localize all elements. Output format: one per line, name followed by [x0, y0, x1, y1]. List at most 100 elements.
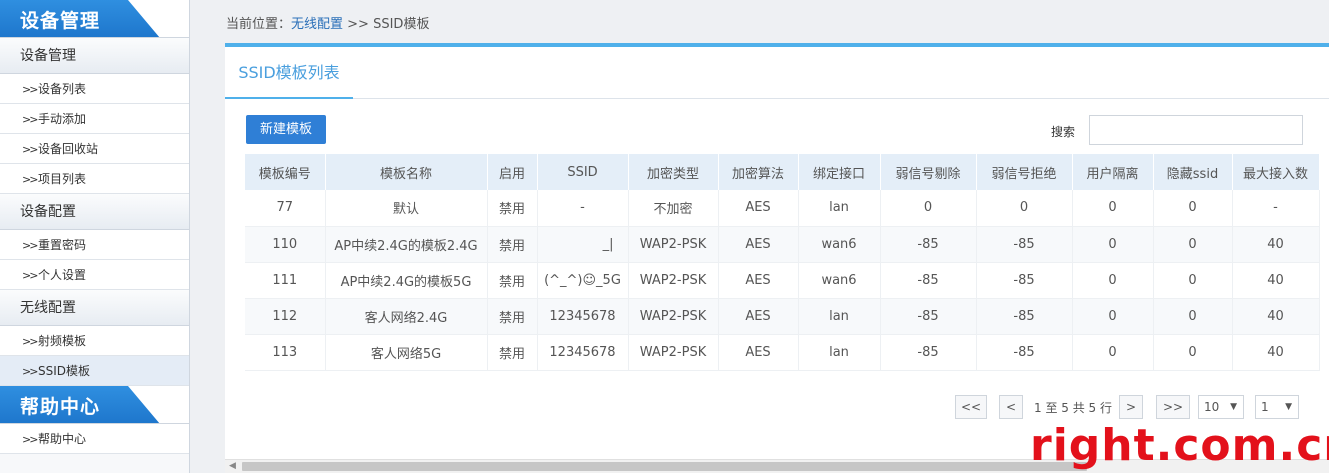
table-row[interactable]: 112 客人网络2.4G 禁用 12345678 WAP2-PSK AES la…	[245, 298, 1320, 335]
new-template-button[interactable]: 新建模板	[246, 115, 326, 144]
table-cell: 0	[1153, 262, 1233, 299]
page-size-value: 10	[1204, 400, 1220, 414]
sidebar-section-device-management[interactable]: 设备管理	[0, 0, 189, 38]
sidebar-item-label: 重置密码	[38, 238, 87, 252]
column-header[interactable]: 加密类型	[628, 154, 719, 190]
table-cell: -85	[880, 334, 977, 371]
table-cell: -85	[976, 226, 1073, 263]
table-cell: 112	[245, 298, 326, 335]
table-cell: AES	[718, 298, 799, 335]
table-cell: 0	[1072, 334, 1154, 371]
column-header[interactable]: 弱信号剔除	[880, 154, 977, 190]
chevron-right-icon: >>	[22, 365, 38, 378]
sidebar-item-rf-template[interactable]: >> 射频模板	[0, 326, 189, 356]
column-header[interactable]: 隐藏ssid	[1153, 154, 1233, 190]
sidebar-group-wireless-config[interactable]: 无线配置	[0, 290, 189, 326]
chevron-right-icon: >>	[22, 113, 38, 126]
next-page-button[interactable]: >	[1119, 395, 1143, 419]
table-cell: 0	[976, 190, 1073, 227]
table-cell: -	[1232, 190, 1320, 227]
column-header[interactable]: 模板名称	[325, 154, 488, 190]
table-row[interactable]: 113 客人网络5G 禁用 12345678 WAP2-PSK AES lan …	[245, 334, 1320, 371]
table-cell: 0	[1072, 226, 1154, 263]
table-cell: 111	[245, 262, 326, 299]
breadcrumb-prefix: 当前位置：	[226, 17, 292, 32]
section-title: 设备管理	[20, 10, 101, 32]
table-cell: 77	[245, 190, 326, 227]
chevron-right-icon: >>	[22, 173, 38, 186]
sidebar-item-label: 帮助中心	[38, 432, 87, 446]
breadcrumb-link-wireless-config[interactable]: 无线配置	[291, 17, 343, 32]
chevron-right-icon: >>	[22, 269, 38, 282]
table-cell: 12345678	[537, 334, 629, 371]
table-cell: 0	[1072, 190, 1154, 227]
table-row[interactable]: 110 AP中续2.4G的模板2.4G 禁用 _| WAP2-PSK AES w…	[245, 226, 1320, 263]
sidebar-item-personal-settings[interactable]: >> 个人设置	[0, 260, 189, 290]
panel-tabbar: SSID模板列表	[225, 47, 1329, 99]
sidebar-item-ssid-template[interactable]: >> SSID模板	[0, 356, 189, 386]
sidebar-item-manual-add[interactable]: >> 手动添加	[0, 104, 189, 134]
sidebar-item-device-recycle[interactable]: >> 设备回收站	[0, 134, 189, 164]
column-header[interactable]: 启用	[487, 154, 538, 190]
table-row[interactable]: 111 AP中续2.4G的模板5G 禁用 (^_^)☺_5G WAP2-PSK …	[245, 262, 1320, 299]
chevron-right-icon: >>	[22, 433, 38, 446]
sidebar-item-device-list[interactable]: >> 设备列表	[0, 74, 189, 104]
table-cell: 0	[1153, 334, 1233, 371]
sidebar-group-device-config[interactable]: 设备配置	[0, 194, 189, 230]
main-content: 当前位置：无线配置 >> SSID模板 SSID模板列表 新建模板 搜索 模板编…	[200, 0, 1329, 473]
search-input[interactable]	[1089, 115, 1303, 145]
table-header-row: 模板编号 模板名称 启用 SSID 加密类型 加密算法 绑定接口 弱信号剔除 弱…	[245, 154, 1320, 190]
column-header[interactable]: SSID	[537, 154, 629, 190]
sidebar-item-label: 项目列表	[38, 172, 87, 186]
column-header[interactable]: 绑定接口	[798, 154, 881, 190]
table-cell: AES	[718, 334, 799, 371]
column-header[interactable]: 用户隔离	[1072, 154, 1154, 190]
table-cell: wan6	[798, 226, 881, 263]
ssid-template-table: 模板编号 模板名称 启用 SSID 加密类型 加密算法 绑定接口 弱信号剔除 弱…	[245, 154, 1320, 371]
column-header[interactable]: 最大接入数	[1232, 154, 1320, 190]
page-size-select[interactable]: 10 ▼	[1198, 395, 1244, 419]
column-header[interactable]: 模板编号	[245, 154, 326, 190]
table-cell: 默认	[325, 190, 488, 227]
table-cell: 0	[1072, 298, 1154, 335]
scrollbar-thumb[interactable]	[242, 462, 1087, 471]
sidebar-item-help-center[interactable]: >> 帮助中心	[0, 424, 189, 454]
table-cell: AES	[718, 226, 799, 263]
table-cell: AES	[718, 262, 799, 299]
sidebar-item-project-list[interactable]: >> 项目列表	[0, 164, 189, 194]
sidebar-item-reset-password[interactable]: >> 重置密码	[0, 230, 189, 260]
table-cell: 113	[245, 334, 326, 371]
dropdown-arrow-icon: ▼	[1285, 402, 1292, 412]
breadcrumb: 当前位置：无线配置 >> SSID模板	[226, 13, 429, 32]
table-cell: (^_^)☺_5G	[537, 262, 629, 299]
column-header[interactable]: 加密算法	[718, 154, 799, 190]
scroll-left-icon[interactable]: ◀	[229, 461, 236, 471]
table-cell: 40	[1232, 298, 1320, 335]
sidebar-item-label: 射频模板	[38, 334, 87, 348]
table-cell: 0	[1153, 190, 1233, 227]
sidebar: 设备管理 设备管理 >> 设备列表 >> 手动添加 >> 设备回收站 >> 项目列表 设…	[0, 0, 190, 473]
table-cell: 禁用	[487, 190, 538, 227]
table-cell: AES	[718, 190, 799, 227]
column-header[interactable]: 弱信号拒绝	[976, 154, 1073, 190]
page-number-select[interactable]: 1 ▼	[1255, 395, 1299, 419]
table-row[interactable]: 77 默认 禁用 - 不加密 AES lan 0 0 0 0 -	[245, 190, 1320, 227]
first-page-button[interactable]: <<	[955, 395, 987, 419]
table-cell: -85	[976, 262, 1073, 299]
table-cell: 客人网络2.4G	[325, 298, 488, 335]
table-cell: wan6	[798, 262, 881, 299]
chevron-right-icon: >>	[22, 83, 38, 96]
table-cell: 0	[1072, 262, 1154, 299]
last-page-button[interactable]: >>	[1156, 395, 1190, 419]
tab-ssid-template-list[interactable]: SSID模板列表	[225, 47, 353, 99]
table-cell: 禁用	[487, 334, 538, 371]
table-cell: AP中续2.4G的模板5G	[325, 262, 488, 299]
table-cell: lan	[798, 298, 881, 335]
chevron-right-icon: >>	[22, 335, 38, 348]
sidebar-item-label: 手动添加	[38, 112, 87, 126]
prev-page-button[interactable]: <	[999, 395, 1023, 419]
table-cell: -85	[880, 226, 977, 263]
sidebar-group-device-management[interactable]: 设备管理	[0, 38, 189, 74]
sidebar-section-help-center[interactable]: 帮助中心	[0, 386, 189, 424]
table-cell: 0	[880, 190, 977, 227]
